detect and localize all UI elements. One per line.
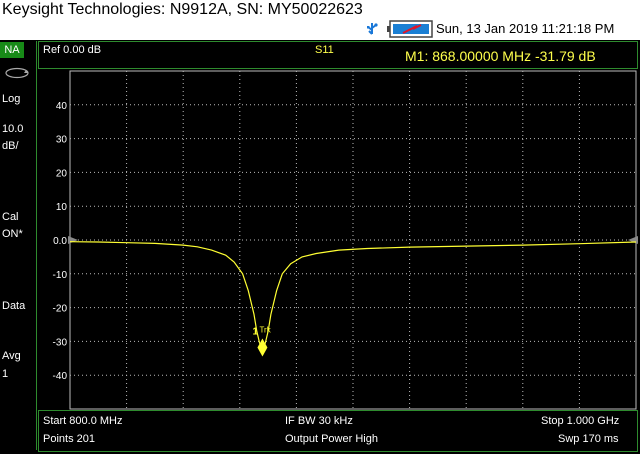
y-tick-label: 0.0 [53, 236, 67, 247]
y-axis-ticks: 40 30 20 10 0.0 -10 -20 -30 -40 [53, 101, 638, 382]
sweep-time[interactable]: Swp 170 ms [558, 433, 619, 445]
output-power[interactable]: Output Power High [285, 433, 378, 445]
marker-layer: 1 Trk [252, 325, 272, 357]
ref-level-arrow-left [68, 236, 78, 244]
y-tick-label: -40 [53, 371, 68, 382]
y-tick-label: 10 [56, 202, 68, 213]
y-tick-label: 30 [56, 135, 68, 146]
ref-level-arrow-right [628, 236, 638, 244]
points-count[interactable]: Points 201 [43, 433, 95, 445]
start-frequency[interactable]: Start 800.0 MHz [43, 415, 122, 427]
trace-plot[interactable]: 40 30 20 10 0.0 -10 -20 -30 -40 1 Trk [0, 0, 640, 454]
y-tick-label: 40 [56, 101, 68, 112]
stop-frequency[interactable]: Stop 1.000 GHz [541, 415, 619, 427]
y-tick-label: -10 [53, 270, 68, 281]
plot-grid [69, 70, 637, 410]
if-bandwidth[interactable]: IF BW 30 kHz [285, 415, 353, 427]
y-tick-label: 20 [56, 168, 68, 179]
y-tick-label: -30 [53, 337, 68, 348]
marker-1-label: 1 [252, 326, 258, 337]
marker-track-label: Trk [259, 325, 271, 334]
y-tick-label: -20 [53, 304, 68, 315]
